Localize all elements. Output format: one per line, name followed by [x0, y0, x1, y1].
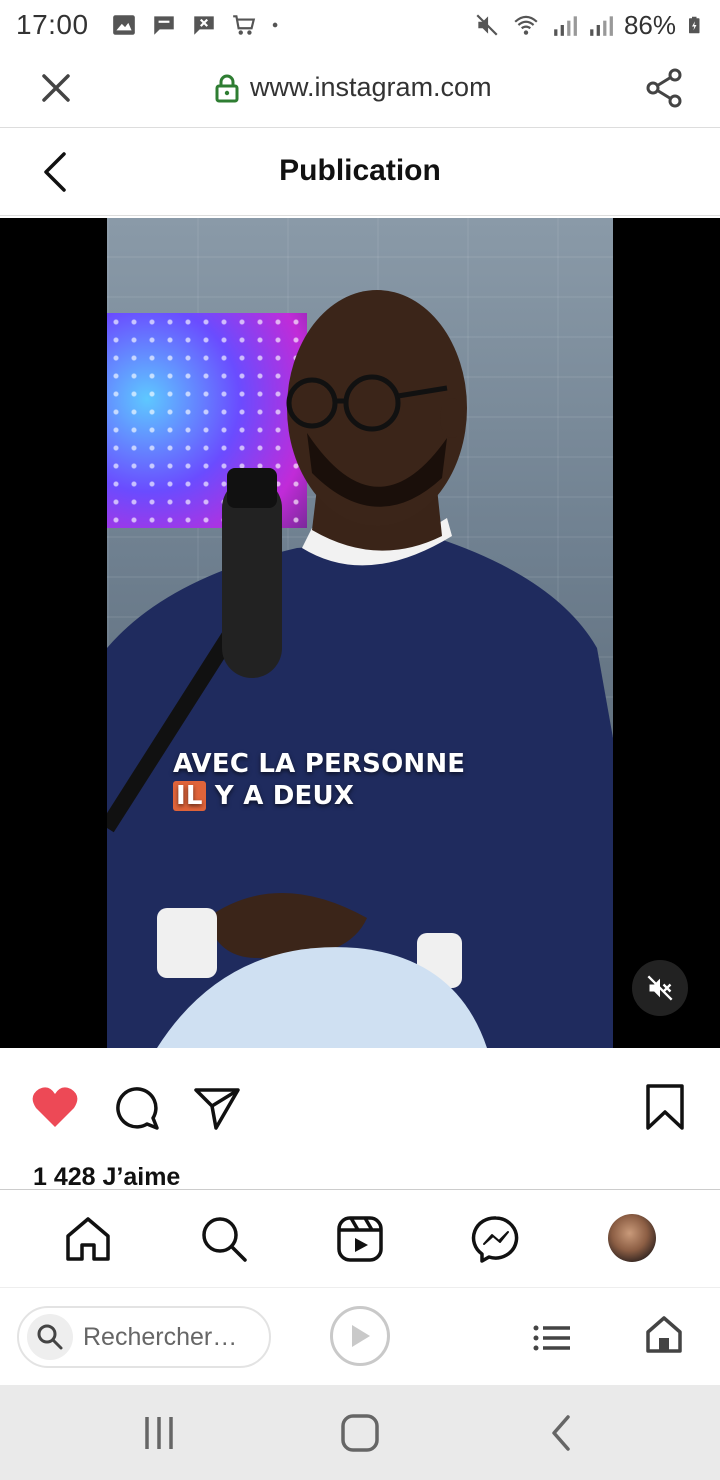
- messenger-icon[interactable]: [471, 1214, 521, 1264]
- post-media[interactable]: AVEC LA PERSONNE IL Y A DEUX: [0, 218, 720, 1048]
- share-direct-icon[interactable]: [192, 1082, 242, 1132]
- search-icon[interactable]: [199, 1214, 249, 1264]
- video-caption: AVEC LA PERSONNE IL Y A DEUX: [173, 748, 465, 812]
- browser-address-bar: www.instagram.com: [0, 50, 720, 128]
- play-icon: [352, 1325, 370, 1347]
- wifi-icon: [514, 15, 538, 35]
- home-icon[interactable]: [63, 1214, 113, 1264]
- comment-icon[interactable]: [112, 1082, 162, 1132]
- search-icon: [27, 1314, 73, 1360]
- likes-count[interactable]: 1 428 J’aime: [33, 1163, 180, 1188]
- tab-list-icon[interactable]: [532, 1318, 572, 1358]
- search-bar[interactable]: Rechercher…: [17, 1306, 271, 1368]
- battery-percent: 86%: [623, 9, 676, 40]
- signal-icon: [590, 16, 613, 36]
- gallery-icon: [112, 15, 135, 35]
- status-bar: 17:00 86%: [0, 0, 720, 50]
- share-icon[interactable]: [642, 66, 686, 110]
- bookmark-icon[interactable]: [640, 1082, 690, 1132]
- notification-icons: [111, 12, 285, 38]
- x-message-icon: [193, 16, 214, 35]
- status-time: 17:00: [16, 9, 89, 40]
- search-placeholder: Rechercher…: [83, 1322, 238, 1351]
- caption-line-1: AVEC LA PERSONNE: [173, 749, 466, 779]
- battery-charging-icon: [689, 16, 700, 34]
- post-actions: 1 428 J’aime: [0, 1048, 720, 1188]
- message-icon: [153, 16, 174, 35]
- speaker-figure: [107, 290, 613, 1048]
- instagram-bottom-nav: [0, 1189, 720, 1287]
- page-title: Publication: [279, 154, 441, 187]
- caption-highlight: IL: [173, 781, 206, 811]
- cart-icon: [232, 15, 255, 35]
- browser-bottom-toolbar: Rechercher…: [0, 1287, 720, 1385]
- recent-apps-icon[interactable]: [139, 1413, 179, 1453]
- dot-icon: [272, 22, 277, 28]
- like-heart-icon[interactable]: [30, 1082, 80, 1132]
- caption-line-2-rest: Y A DEUX: [214, 781, 355, 811]
- browser-home-icon[interactable]: [644, 1314, 684, 1354]
- mute-toggle-button[interactable]: [632, 960, 688, 1016]
- close-icon[interactable]: [38, 70, 74, 106]
- reels-icon[interactable]: [335, 1214, 385, 1264]
- system-icons: 86%: [474, 10, 704, 41]
- home-button-icon[interactable]: [340, 1413, 380, 1453]
- lock-icon: [215, 74, 239, 102]
- post-header: Publication: [0, 128, 720, 216]
- volume-muted-icon: [647, 975, 673, 1001]
- signal-icon: [554, 16, 577, 36]
- video-player[interactable]: AVEC LA PERSONNE IL Y A DEUX: [107, 218, 613, 1048]
- caption-line-2: IL Y A DEUX: [173, 780, 465, 812]
- media-play-button[interactable]: [330, 1306, 390, 1366]
- system-back-icon[interactable]: [542, 1413, 582, 1453]
- url-text: www.instagram.com: [250, 72, 492, 102]
- system-navigation-bar: [0, 1385, 720, 1480]
- profile-avatar[interactable]: [608, 1214, 656, 1262]
- mute-icon: [476, 14, 498, 36]
- url-field[interactable]: www.instagram.com: [214, 72, 492, 103]
